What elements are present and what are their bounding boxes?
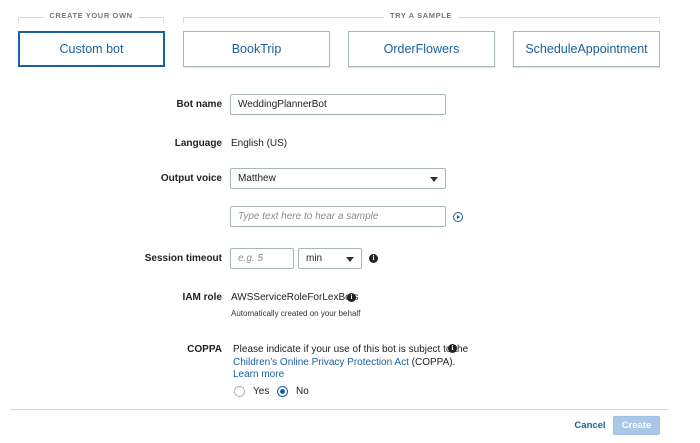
create-button[interactable]: Create — [613, 416, 660, 435]
session-timeout-label: Session timeout — [144, 253, 222, 264]
output-voice-value: Matthew — [238, 173, 276, 184]
coppa-act-line: Children's Online Privacy Protection Act… — [233, 357, 455, 368]
iam-role-label: IAM role — [182, 292, 222, 303]
coppa-yes-label: Yes — [253, 386, 270, 397]
try-a-sample-label: TRY A SAMPLE — [383, 11, 459, 20]
session-timeout-unit-select[interactable]: min — [298, 248, 362, 269]
session-timeout-unit-value: min — [306, 253, 323, 264]
coppa-act-link[interactable]: Children's Online Privacy Protection Act — [233, 357, 409, 368]
coppa-no-label: No — [296, 386, 309, 397]
coppa-label: COPPA — [187, 344, 222, 355]
coppa-yes-radio[interactable] — [234, 386, 245, 397]
coppa-question: Please indicate if your use of this bot … — [233, 344, 469, 355]
group-divider-tick — [183, 17, 184, 23]
tile-label: Custom bot — [59, 42, 124, 56]
coppa-act-suffix: (COPPA). — [411, 357, 456, 368]
tile-custom-bot[interactable]: Custom bot — [18, 31, 165, 67]
cancel-button[interactable]: Cancel — [566, 418, 614, 434]
group-divider-tick — [659, 17, 660, 23]
session-timeout-placeholder: e.g. 5 — [238, 253, 264, 264]
bot-name-label: Bot name — [176, 99, 222, 110]
info-icon[interactable]: i — [369, 254, 378, 263]
group-divider-tick — [18, 17, 19, 23]
learn-more-link[interactable]: Learn more — [233, 369, 284, 380]
language-value: English (US) — [231, 138, 288, 149]
bot-name-input[interactable]: WeddingPlannerBot — [230, 94, 446, 115]
language-label: Language — [174, 138, 222, 149]
tile-orderflowers[interactable]: OrderFlowers — [348, 31, 495, 67]
tile-label: BookTrip — [231, 42, 282, 56]
play-icon[interactable] — [453, 212, 463, 222]
chevron-down-icon — [346, 257, 354, 262]
sample-text-placeholder: Type text here to hear a sample — [238, 211, 379, 222]
try-a-sample-header: TRY A SAMPLE — [183, 11, 660, 25]
iam-role-value: AWSServiceRoleForLexBots — [231, 292, 359, 303]
tile-label: OrderFlowers — [383, 42, 460, 56]
sample-text-input[interactable]: Type text here to hear a sample — [230, 206, 446, 227]
chevron-down-icon — [430, 177, 438, 182]
tile-scheduleappointment[interactable]: ScheduleAppointment — [513, 31, 660, 67]
bot-name-value: WeddingPlannerBot — [238, 99, 327, 110]
output-voice-label: Output voice — [160, 173, 222, 184]
create-your-own-header: CREATE YOUR OWN — [18, 11, 164, 25]
coppa-no-radio[interactable] — [277, 386, 288, 397]
footer-divider — [10, 409, 669, 410]
output-voice-select[interactable]: Matthew — [230, 168, 446, 189]
group-divider-tick — [163, 17, 164, 23]
tile-label: ScheduleAppointment — [525, 42, 648, 56]
session-timeout-input[interactable]: e.g. 5 — [230, 248, 294, 269]
info-icon[interactable]: i — [448, 344, 457, 353]
tile-booktrip[interactable]: BookTrip — [183, 31, 330, 67]
info-icon[interactable]: i — [347, 293, 356, 302]
create-your-own-label: CREATE YOUR OWN — [43, 11, 139, 20]
iam-role-note: Automatically created on your behalf — [231, 309, 361, 318]
